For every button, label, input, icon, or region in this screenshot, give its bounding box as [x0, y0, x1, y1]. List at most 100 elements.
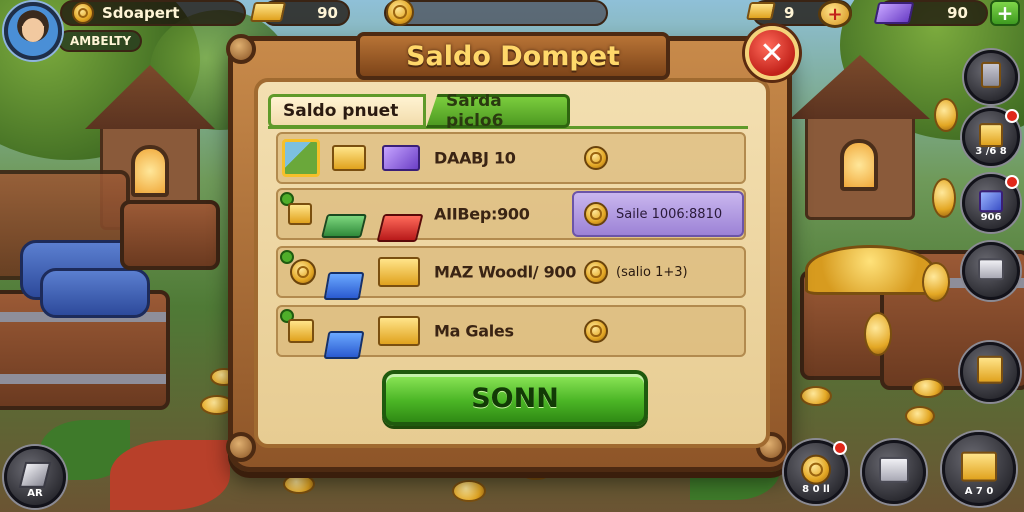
window: [131, 145, 169, 197]
tab-label: Saldo pnuet: [283, 101, 399, 121]
player-rank-pill: AMBELTY: [58, 30, 142, 52]
side-button-caption: 906: [980, 212, 1002, 223]
bottom-box-button[interactable]: [862, 440, 926, 504]
bottom-button-caption: AR: [27, 488, 43, 499]
blue-scroll: [40, 268, 150, 318]
plus-icon: +: [996, 1, 1014, 25]
coin-icon: [584, 202, 608, 226]
loose-coin: [922, 262, 950, 302]
gold-bar-icon: [288, 319, 314, 343]
bottom-left-button[interactable]: AR: [4, 446, 66, 508]
scroll-icon: [981, 61, 1001, 88]
coin-icon: [584, 146, 608, 170]
wallet-row[interactable]: DAABJ 10: [276, 132, 746, 184]
coin-stack-icon: [801, 454, 831, 485]
side-button-caption: 3 /6 8: [975, 146, 1007, 157]
gem-icon: [979, 190, 1003, 213]
silver-bar-icon: [18, 461, 52, 488]
coin-icon: [584, 319, 608, 343]
wallet-row[interactable]: MAZ Woodl/ 900 (salio 1+3): [276, 246, 746, 300]
silver-crate-icon: [879, 456, 909, 483]
row-value: Saile 1006:8810: [616, 206, 723, 222]
add-gold-button[interactable]: +: [818, 0, 852, 28]
confirm-label: SONN: [471, 382, 559, 414]
side-button-gold[interactable]: 3 /6 8: [962, 108, 1020, 166]
avatar-face: [22, 18, 44, 42]
progress-bar: [384, 0, 608, 26]
notification-dot: [1005, 109, 1019, 123]
wallet-row[interactable]: Ma Gales: [276, 305, 746, 359]
player-name-pill[interactable]: Sdoapert: [60, 0, 246, 26]
loose-coin: [864, 312, 892, 356]
row-label: Ma Gales: [434, 321, 514, 341]
loose-coin: [932, 178, 956, 218]
notification-dot: [833, 441, 847, 455]
coin-icon: [72, 2, 94, 24]
row-value-group: (salio 1+3): [584, 260, 688, 284]
blue-crate-icon: [323, 272, 365, 300]
tab-label: Sarda piclo6: [446, 91, 504, 131]
row-value: (salio 1+3): [616, 264, 688, 280]
gold-crate-icon: [979, 123, 1003, 148]
blue-crate-icon: [323, 331, 365, 359]
gold-stack-icon: [378, 316, 420, 346]
red-stack-icon: [376, 214, 424, 242]
player-name: Sdoapert: [102, 4, 180, 22]
confirm-button[interactable]: SONN: [382, 370, 648, 426]
wallet-row[interactable]: AIIBep:900 Saile 1006:8810: [276, 188, 746, 242]
silver-box-icon: [978, 258, 1004, 281]
gold-stack-icon: [378, 257, 420, 287]
gold-bar-icon: [746, 2, 776, 20]
house-right: [790, 55, 930, 220]
loose-coin: [452, 480, 486, 502]
row-label: MAZ Woodl/ 900: [434, 262, 577, 282]
map-thumbnail-icon: [282, 139, 320, 177]
gem-icon: [873, 2, 915, 24]
row-value-highlight[interactable]: Saile 1006:8810: [572, 191, 744, 237]
leaf: [110, 440, 230, 510]
gold-bar-icon: [288, 203, 312, 225]
loose-coin: [905, 406, 935, 426]
modal-title-text: Saldo Dompet: [406, 40, 620, 72]
gold-chest-icon: [961, 451, 997, 482]
tab-saldo[interactable]: Saldo pnuet: [268, 94, 426, 128]
chest-band: [0, 374, 166, 384]
cash-stack-icon: [321, 214, 367, 238]
side-button-tools[interactable]: [960, 342, 1020, 402]
gem-stack-icon: [382, 145, 420, 171]
frame-corner: [226, 432, 256, 462]
loose-coin: [912, 378, 944, 398]
gold-count: 9: [784, 4, 795, 22]
window: [840, 139, 878, 191]
row-label: AIIBep:900: [434, 204, 530, 224]
close-icon: ✕: [759, 35, 785, 71]
side-button-box[interactable]: [962, 242, 1020, 300]
close-button[interactable]: ✕: [745, 26, 799, 80]
chest-small: [120, 200, 220, 270]
player-avatar[interactable]: [4, 2, 62, 60]
hammer-icon: [977, 355, 1003, 384]
modal-title: Saldo Dompet: [356, 32, 670, 80]
player-rank: AMBELTY: [70, 34, 132, 48]
side-button-map[interactable]: [964, 50, 1018, 104]
tab-sarda[interactable]: Sarda piclo6: [426, 94, 570, 128]
gold-bar-icon: [249, 2, 287, 22]
loose-coin: [283, 474, 315, 494]
bottom-coins-button[interactable]: 8 0 ll: [784, 440, 848, 504]
gems-count: 90: [947, 4, 968, 22]
bottom-button-caption: A 7 0: [964, 486, 994, 497]
gold-stack-icon: [332, 145, 366, 171]
bottom-button-caption: 8 0 ll: [802, 484, 830, 495]
coin-icon: [290, 259, 316, 285]
notification-dot: [1005, 175, 1019, 189]
side-button-gems[interactable]: 906: [962, 174, 1020, 232]
status-badge: [280, 250, 294, 264]
bottom-gold-button[interactable]: A 7 0: [942, 432, 1016, 506]
wallet-tabs: Saldo pnuet Sarda piclo6: [268, 94, 570, 128]
coin-pile: [805, 245, 935, 295]
frame-corner: [226, 34, 256, 64]
coin-icon: [584, 260, 608, 284]
loose-coin: [800, 386, 832, 406]
bars-count: 90: [317, 4, 338, 22]
add-gems-button[interactable]: +: [990, 0, 1020, 26]
